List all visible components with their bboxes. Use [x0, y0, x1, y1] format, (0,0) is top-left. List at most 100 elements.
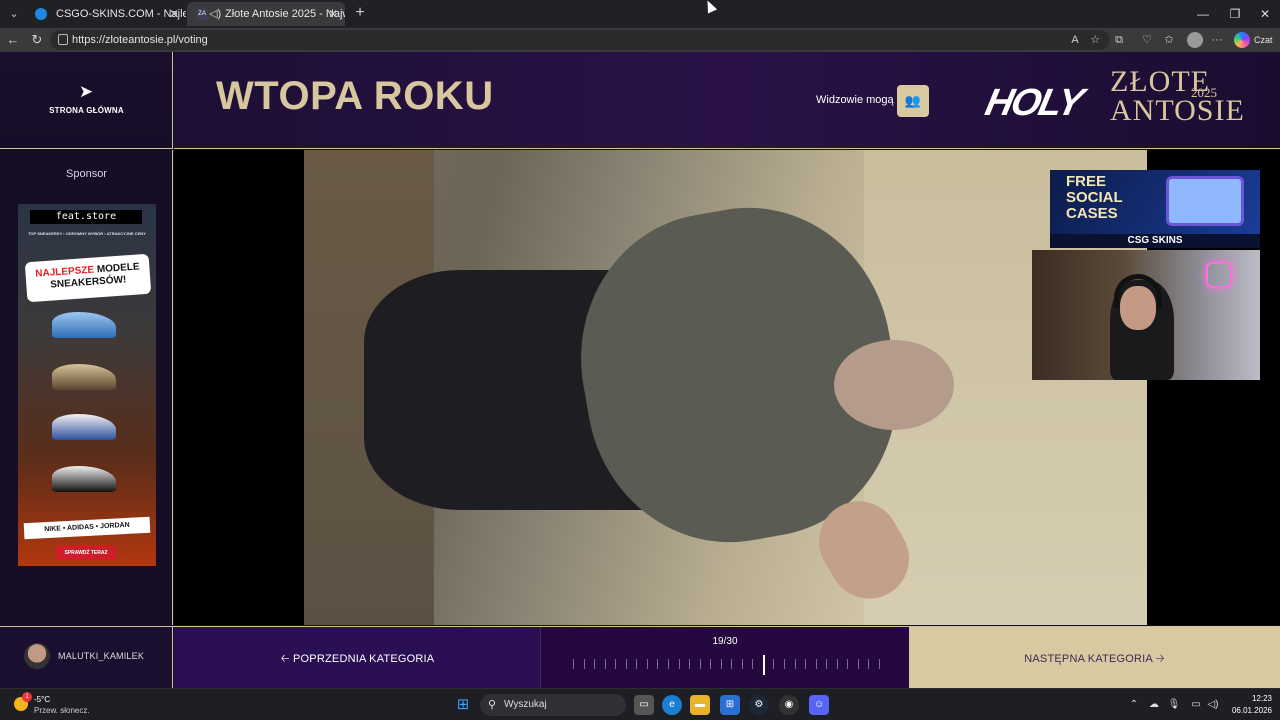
sneaker-image: [52, 414, 116, 440]
more-options-icon[interactable]: ···: [1208, 31, 1226, 49]
new-tab-button[interactable]: +: [350, 2, 370, 24]
home-link[interactable]: ➤ STRONA GŁÓWNA: [0, 52, 173, 149]
page-footer: MALUTKI_KAMILEK 🡠 POPRZEDNIA KATEGORIA 1…: [0, 626, 1280, 688]
progress-current-marker: [763, 655, 765, 675]
sneaker-image: [52, 364, 116, 390]
steam-icon[interactable]: ⚙: [749, 695, 769, 715]
search-placeholder: Wyszukaj: [504, 699, 547, 710]
sponsor-label: Sponsor: [66, 168, 107, 180]
next-category-label: NASTĘPNA KATEGORIA 🡢: [909, 650, 1280, 669]
progress-tick: [689, 659, 690, 669]
browser-tab[interactable]: CSGO-SKINS.COM - Najlepsze Sk ✕: [26, 2, 186, 26]
ad-headline-b: MODELE: [96, 261, 140, 276]
category-header: WTOPA ROKU Widzowie mogą 👥 HOLY ZŁOTE AN…: [174, 52, 1280, 149]
progress-tick: [700, 659, 701, 669]
clock-time: 12:23: [1251, 694, 1272, 703]
sneaker-image: [52, 466, 116, 492]
progress-tick: [847, 659, 848, 669]
progress-tick: [868, 659, 869, 669]
tab-close-icon[interactable]: ✕: [169, 2, 179, 26]
file-explorer-icon[interactable]: ▬: [690, 695, 710, 715]
sponsor-sidebar: Sponsor feat.store TOP SNEAKERSY • OGROM…: [0, 150, 173, 625]
edge-browser-icon[interactable]: e: [662, 695, 682, 715]
site-info-icon[interactable]: [58, 34, 68, 45]
volume-icon[interactable]: ◁): [1205, 695, 1221, 715]
ad-cta-button[interactable]: SPRAWDŹ TERAZ: [56, 546, 116, 560]
previous-category-button[interactable]: 🡠 POPRZEDNIA KATEGORIA: [174, 627, 541, 688]
promo-case-image: [1166, 176, 1244, 226]
ad-tagline: TOP SNEAKERSY • OGROMNY WYBÓR • ATRAKCYJ…: [28, 231, 146, 236]
close-window-button[interactable]: ✕: [1248, 0, 1280, 28]
progress-tick: [679, 659, 680, 669]
browser-tab-bar: ⌄ CSGO-SKINS.COM - Najlepsze Sk ✕ ZA ◁) …: [0, 0, 1280, 28]
cloud-sync-icon[interactable]: ☁: [1146, 695, 1162, 715]
sneaker-image: [52, 312, 116, 338]
prev-text: POPRZEDNIA KATEGORIA: [293, 653, 435, 665]
progress-tick: [752, 659, 753, 669]
progress-tick: [858, 659, 859, 669]
progress-tick: [784, 659, 785, 669]
network-icon[interactable]: ▭: [1188, 695, 1204, 715]
site-favicon-icon: [35, 8, 47, 20]
streamer-webcam: [1032, 250, 1260, 380]
windows-taskbar: 1 -5°C Przew. słonecz. ⊞ ⚲ Wyszukaj ▭ e …: [0, 688, 1280, 720]
site-favicon-icon: ZA: [196, 8, 208, 20]
headphones-icon: [1114, 274, 1162, 308]
sponsor-ad-banner[interactable]: feat.store TOP SNEAKERSY • OGROMNY WYBÓR…: [18, 204, 156, 566]
discord-icon[interactable]: ☺: [809, 695, 829, 715]
copilot-button[interactable]: Czat: [1232, 30, 1278, 50]
browser-tab-active[interactable]: ZA ◁) Złote Antosie 2025 - Największ ✕: [187, 2, 345, 26]
viewers-users-button[interactable]: 👥: [897, 85, 929, 117]
weather-desc: Przew. słonecz.: [34, 706, 90, 715]
nominee-video[interactable]: [304, 150, 1147, 625]
profile-avatar-icon[interactable]: [1187, 32, 1203, 48]
progress-label: 19/30: [712, 636, 738, 647]
neon-sign-icon: [1206, 262, 1232, 288]
video-stage: FREE SOCIAL CASES CSG SKINS: [174, 150, 1280, 625]
next-text: NASTĘPNA KATEGORIA: [1024, 653, 1153, 665]
tab-close-icon[interactable]: ✕: [328, 2, 338, 26]
favorite-star-icon[interactable]: ☆: [1086, 31, 1104, 49]
promo-headline: FREE SOCIAL CASES: [1066, 173, 1123, 222]
progress-tick: [657, 659, 658, 669]
progress-tick: [626, 659, 627, 669]
category-progress: 19/30: [541, 627, 909, 688]
browser-essentials-icon[interactable]: ♡: [1138, 31, 1156, 49]
address-bar[interactable]: https://zloteantosie.pl/voting: [50, 30, 1110, 50]
search-icon: ⚲: [488, 699, 497, 711]
restore-button[interactable]: ❐: [1218, 0, 1252, 28]
progress-tick: [742, 659, 743, 669]
progress-tick: [773, 659, 774, 669]
favorites-icon[interactable]: ✩: [1160, 31, 1178, 49]
minimize-button[interactable]: —: [1186, 0, 1220, 28]
obs-icon[interactable]: ◉: [779, 695, 799, 715]
show-hidden-icons-chevron-icon[interactable]: ⌃: [1126, 695, 1142, 715]
start-windows-icon[interactable]: ⊞: [453, 695, 473, 715]
progress-tick: [826, 659, 827, 669]
user-profile[interactable]: MALUTKI_KAMILEK: [0, 627, 173, 688]
progress-ticks: [573, 655, 880, 675]
video-figure-head: [834, 340, 954, 430]
csgo-skins-promo[interactable]: FREE SOCIAL CASES CSG SKINS: [1050, 170, 1260, 248]
audio-playing-icon[interactable]: ◁): [209, 2, 221, 26]
event-logo: HOLY ZŁOTE ANTOSIE 2025: [981, 66, 1244, 132]
holy-logo: HOLY: [981, 82, 1086, 124]
clock-date: 06.01.2026: [1231, 706, 1272, 715]
browser-toolbar: ← ↻ https://zloteantosie.pl/voting A ☆ ⧉…: [0, 28, 1280, 52]
voting-page: ➤ STRONA GŁÓWNA WTOPA ROKU Widzowie mogą…: [0, 52, 1280, 688]
refresh-button[interactable]: ↻: [26, 30, 48, 50]
read-aloud-icon[interactable]: A: [1066, 31, 1084, 49]
tab-actions-chevron-icon[interactable]: ⌄: [4, 4, 24, 24]
store-icon[interactable]: ⊞: [720, 695, 740, 715]
promo-brand: CSG SKINS: [1050, 234, 1260, 248]
back-arrow-icon: ➤: [78, 82, 94, 101]
progress-tick: [584, 659, 585, 669]
progress-tick: [795, 659, 796, 669]
microphone-icon[interactable]: 🎙: [1166, 695, 1182, 715]
taskbar-search[interactable]: ⚲ Wyszukaj: [480, 694, 626, 716]
back-button[interactable]: ←: [2, 30, 24, 50]
task-view-icon[interactable]: ▭: [634, 695, 654, 715]
system-clock[interactable]: 12:23 06.01.2026: [1228, 693, 1272, 717]
extensions-icon[interactable]: ⧉: [1110, 31, 1128, 49]
next-category-button[interactable]: NASTĘPNA KATEGORIA 🡢: [909, 627, 1280, 688]
